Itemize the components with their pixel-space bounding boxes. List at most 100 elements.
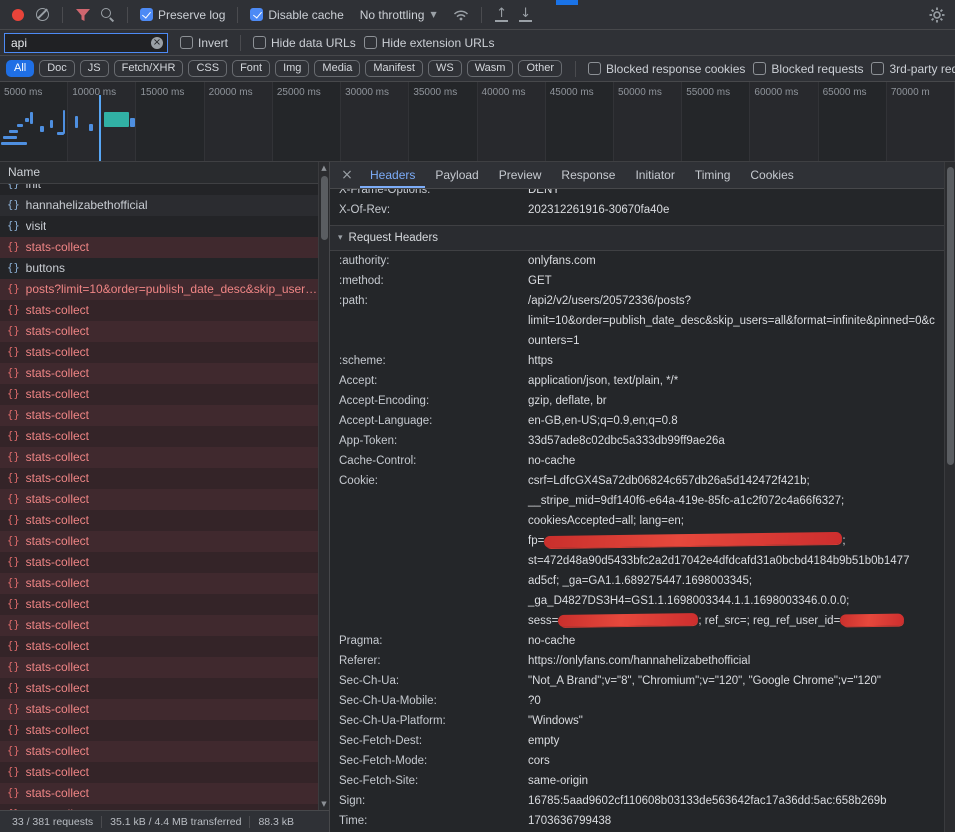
- request-row[interactable]: {}stats-collect: [0, 237, 329, 258]
- request-row[interactable]: {}stats-collect: [0, 531, 329, 552]
- requests-count: 33 / 381 requests: [4, 816, 101, 828]
- header-row: :method:GET: [330, 271, 955, 291]
- request-row[interactable]: {}stats-collect: [0, 762, 329, 783]
- type-filter-all[interactable]: All: [6, 60, 34, 77]
- request-row[interactable]: {}stats-collect: [0, 594, 329, 615]
- preserve-log-checkbox[interactable]: Preserve log: [140, 8, 225, 22]
- tab-timing[interactable]: Timing: [685, 162, 741, 188]
- request-row[interactable]: {}hannahelizabethofficial: [0, 195, 329, 216]
- request-type-icon: {}: [7, 216, 20, 237]
- request-row[interactable]: {}stats-collect: [0, 678, 329, 699]
- tab-response[interactable]: Response: [551, 162, 625, 188]
- header-value: no-cache: [520, 451, 955, 471]
- request-row[interactable]: {}stats-collect: [0, 405, 329, 426]
- request-type-icon: {}: [7, 405, 20, 426]
- timeline-column: 15000 ms: [136, 82, 204, 161]
- request-row[interactable]: {}stats-collect: [0, 720, 329, 741]
- checkbox-label: 3rd-party requests: [889, 62, 955, 76]
- tab-initiator[interactable]: Initiator: [625, 162, 684, 188]
- header-row: Sec-Fetch-Dest:empty: [330, 731, 955, 751]
- type-filter-other[interactable]: Other: [518, 60, 562, 77]
- request-row[interactable]: {}posts?limit=10&order=publish_date_desc…: [0, 279, 329, 300]
- request-row[interactable]: {}stats-collect: [0, 615, 329, 636]
- request-list-panel: Name {}init{}hannahelizabethofficial{}vi…: [0, 162, 330, 832]
- tab-headers[interactable]: Headers: [360, 162, 425, 188]
- search-button[interactable]: [95, 3, 119, 27]
- timeline-overview[interactable]: 5000 ms10000 ms15000 ms20000 ms25000 ms3…: [0, 82, 955, 162]
- close-details-button[interactable]: ×: [334, 162, 360, 188]
- checkbox-3rd-party-requests[interactable]: 3rd-party requests: [871, 62, 955, 76]
- settings-button[interactable]: [925, 3, 949, 27]
- disable-cache-checkbox[interactable]: Disable cache: [250, 8, 343, 22]
- request-name: stats-collect: [26, 531, 89, 552]
- filter-input[interactable]: api ×: [4, 33, 168, 53]
- tab-cookies[interactable]: Cookies: [740, 162, 803, 188]
- type-filter-manifest[interactable]: Manifest: [365, 60, 423, 77]
- scrollbar-thumb[interactable]: [947, 167, 954, 465]
- hide-data-urls-checkbox[interactable]: Hide data URLs: [253, 36, 356, 50]
- checkbox-blocked-requests[interactable]: Blocked requests: [753, 62, 863, 76]
- type-filter-media[interactable]: Media: [314, 60, 360, 77]
- record-button[interactable]: [6, 3, 30, 27]
- timeline-tick-label: 50000 ms: [618, 87, 662, 98]
- request-row[interactable]: {}stats-collect: [0, 510, 329, 531]
- type-filter-ws[interactable]: WS: [428, 60, 462, 77]
- type-filter-fetch-xhr[interactable]: Fetch/XHR: [114, 60, 184, 77]
- request-row[interactable]: {}stats-collect: [0, 363, 329, 384]
- request-row[interactable]: {}visit: [0, 216, 329, 237]
- details-tabbar: × HeadersPayloadPreviewResponseInitiator…: [330, 162, 955, 189]
- scroll-down-icon[interactable]: ▼: [319, 798, 329, 810]
- type-filter-font[interactable]: Font: [232, 60, 270, 77]
- header-row: Accept-Language:en-GB,en-US;q=0.9,en;q=0…: [330, 411, 955, 431]
- scrollbar-thumb[interactable]: [321, 176, 328, 240]
- type-filter-doc[interactable]: Doc: [39, 60, 75, 77]
- type-filter-img[interactable]: Img: [275, 60, 309, 77]
- clear-button[interactable]: [30, 3, 54, 27]
- checkbox-box: [588, 62, 601, 75]
- clear-filter-icon[interactable]: ×: [151, 37, 163, 49]
- upload-icon: ↑: [495, 8, 508, 22]
- request-headers-section[interactable]: ▾ Request Headers: [330, 225, 955, 251]
- type-filter-js[interactable]: JS: [80, 60, 109, 77]
- checkbox-blocked-response-cookies[interactable]: Blocked response cookies: [588, 62, 745, 76]
- network-conditions-button[interactable]: [449, 3, 473, 27]
- request-row[interactable]: {}stats-collect: [0, 783, 329, 804]
- checkbox-box: [753, 62, 766, 75]
- import-har-button[interactable]: ↑: [490, 3, 514, 27]
- header-row: Cookie:csrf=LdfcGX4Sa72db06824c657db26a5…: [330, 471, 955, 631]
- request-row[interactable]: {}buttons: [0, 258, 329, 279]
- request-row[interactable]: {}stats-collect: [0, 699, 329, 720]
- request-row[interactable]: {}stats-collect: [0, 741, 329, 762]
- type-filter-css[interactable]: CSS: [188, 60, 227, 77]
- request-row[interactable]: {}stats-collect: [0, 321, 329, 342]
- throttling-select[interactable]: No throttling ▼: [360, 8, 437, 22]
- request-row[interactable]: {}stats-collect: [0, 426, 329, 447]
- headers-scroll-content: X-Frame-Options:DENYX-Of-Rev:20231226191…: [330, 189, 955, 831]
- request-row[interactable]: {}init: [0, 184, 329, 195]
- export-har-button[interactable]: ↓: [514, 3, 538, 27]
- request-row[interactable]: {} stats-collect: [0, 657, 329, 678]
- request-row[interactable]: {}stats-collect: [0, 447, 329, 468]
- type-filter-wasm[interactable]: Wasm: [467, 60, 514, 77]
- request-row[interactable]: {}stats-collect: [0, 300, 329, 321]
- invert-checkbox[interactable]: Invert: [180, 36, 228, 50]
- request-type-icon: {}: [7, 657, 20, 678]
- request-row[interactable]: {}stats-collect: [0, 384, 329, 405]
- scroll-up-icon[interactable]: ▲: [319, 162, 329, 174]
- request-row[interactable]: {}stats-collect: [0, 468, 329, 489]
- name-column-header[interactable]: Name: [0, 162, 329, 184]
- request-row[interactable]: {}stats-collect: [0, 342, 329, 363]
- filter-toggle-button[interactable]: [71, 3, 95, 27]
- request-row[interactable]: {}stats-collect: [0, 489, 329, 510]
- request-list-scrollbar[interactable]: ▲ ▼: [318, 162, 329, 810]
- timeline-column: 40000 ms: [478, 82, 546, 161]
- tab-payload[interactable]: Payload: [425, 162, 488, 188]
- request-row[interactable]: {}stats-collect: [0, 636, 329, 657]
- details-scrollbar[interactable]: [944, 162, 955, 832]
- hide-extension-urls-checkbox[interactable]: Hide extension URLs: [364, 36, 495, 50]
- timeline-tick-label: 5000 ms: [4, 87, 42, 98]
- tab-preview[interactable]: Preview: [489, 162, 552, 188]
- request-row[interactable]: {}stats-collect: [0, 552, 329, 573]
- request-row[interactable]: {}stats-collect: [0, 573, 329, 594]
- request-name: stats-collect: [26, 657, 89, 678]
